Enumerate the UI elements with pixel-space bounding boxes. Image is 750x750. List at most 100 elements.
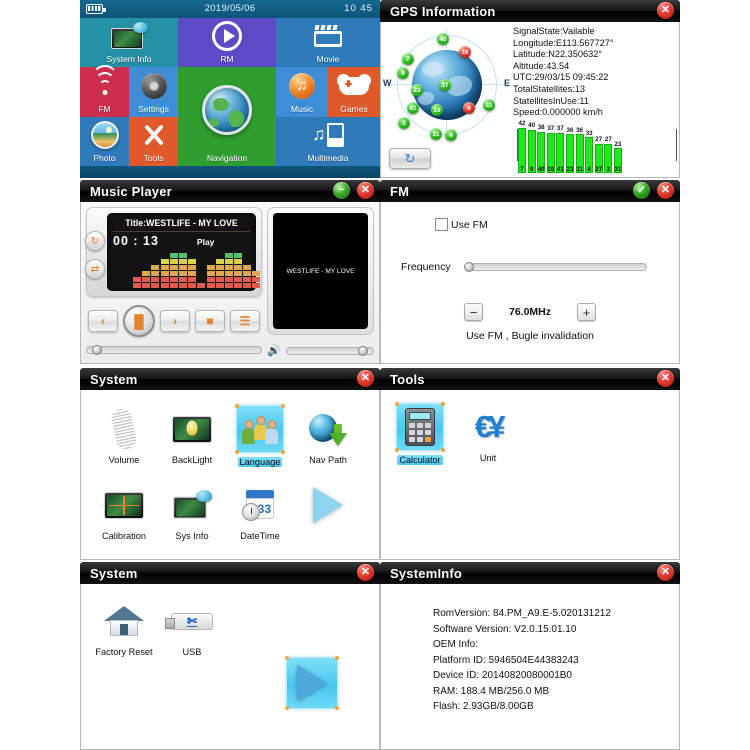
equalizer-bar (133, 276, 141, 288)
satellite-marker: 41 (407, 102, 419, 114)
item-label: Volume (108, 455, 140, 465)
tools-title-bar: Tools ✕ (380, 368, 680, 390)
system-item-sys-info[interactable]: Sys Info (157, 482, 227, 541)
system-item-datetime[interactable]: 33 DateTime (225, 482, 295, 541)
close-icon[interactable]: ✕ (357, 564, 374, 581)
close-icon[interactable]: ✕ (357, 182, 374, 199)
playlist-button[interactable]: ☰ (230, 310, 260, 332)
shuffle-icon[interactable]: ⇄ (85, 259, 105, 279)
system-prev-page-button[interactable] (277, 656, 347, 726)
close-icon[interactable]: ✕ (657, 564, 674, 581)
refresh-icon[interactable]: ↻ (389, 148, 431, 169)
satellite-signal-chart: 42 40 38 37 37 36 36 33 27 27 23 7 9 40 19 41 23 11 4 27 3 3… (517, 120, 677, 173)
item-label: USB (182, 647, 202, 657)
equalizer-bar (188, 258, 197, 288)
next-button[interactable]: › (160, 310, 190, 332)
frequency-label: Frequency (401, 261, 451, 273)
tile-label: FM (98, 104, 111, 114)
frequency-slider[interactable] (464, 262, 647, 272)
album-art-text: WESTLIFE - MY LOVE (273, 213, 368, 329)
satellite-marker: 9 (397, 67, 409, 79)
tile-movie[interactable]: Movie (276, 18, 380, 67)
minimize-icon[interactable]: − (333, 182, 350, 199)
tile-label: Music (290, 104, 314, 114)
use-fm-checkbox[interactable] (435, 218, 448, 231)
item-label: Unit (479, 453, 497, 463)
tile-games[interactable]: Games (328, 67, 380, 117)
satellite-marker: 4 (445, 129, 457, 141)
system-info-icon (80, 18, 178, 54)
tile-fm[interactable]: FM (80, 64, 129, 117)
tile-label: Movie (316, 54, 340, 64)
system-item-volume[interactable]: Volume (89, 406, 159, 465)
volume-slider[interactable] (285, 345, 374, 356)
signal-bar-label: 40 (537, 166, 545, 173)
tile-tools[interactable]: Tools (129, 117, 178, 166)
tile-multimedia[interactable]: ♫ Multimedia (276, 117, 380, 166)
satellite-marker: 27 (439, 79, 451, 91)
check-icon[interactable]: ✓ (633, 182, 650, 199)
system-item-usb[interactable]: ✄ USB (157, 598, 227, 657)
close-icon[interactable]: ✕ (657, 370, 674, 387)
system-next-page-button[interactable] (293, 482, 363, 531)
progress-slider[interactable] (86, 345, 262, 355)
speaker-icon[interactable]: 🔊 (267, 344, 281, 357)
tile-navigation[interactable]: Navigation (178, 67, 276, 166)
tile-system-info[interactable]: System Info (80, 18, 178, 67)
frequency-plus-button[interactable]: + (577, 303, 596, 321)
tile-photo[interactable]: Photo (80, 117, 129, 166)
device-home-screen: 2019/05/06 10 45 System Info RM Movie FM… (80, 0, 380, 178)
globe-icon (178, 67, 276, 153)
next-arrow-icon (285, 656, 339, 710)
close-icon[interactable]: ✕ (657, 182, 674, 199)
equalizer-bar (206, 264, 215, 288)
tile-rm[interactable]: RM (178, 18, 276, 67)
next-arrow-icon (305, 482, 351, 528)
tools-item-unit[interactable]: €¥ Unit (453, 404, 523, 463)
system1-title-bar: System ✕ (80, 368, 380, 390)
satellite-marker: 19 (431, 104, 443, 116)
equalizer-bar (243, 264, 252, 288)
window-title: SystemInfo (390, 565, 463, 581)
compass-east: E (503, 78, 510, 88)
item-label: Nav Path (309, 455, 347, 465)
previous-button[interactable]: ‹ (88, 310, 118, 332)
equalizer-visualizer (133, 252, 261, 288)
tile-label: System Info (106, 54, 152, 64)
system-item-factory-reset[interactable]: Factory Reset (89, 598, 159, 657)
elapsed-time: 00 : 13 (113, 234, 159, 248)
play-circle-icon (178, 18, 276, 54)
signal-bar-label: 31 (614, 166, 622, 173)
satellite-marker: 11 (430, 128, 442, 140)
gps-info-line: StatellitesInUse:11 (513, 95, 589, 106)
item-label: DateTime (240, 531, 280, 541)
system-item-nav-path[interactable]: Nav Path (293, 406, 363, 465)
close-icon[interactable]: ✕ (657, 2, 674, 19)
fm-hint: Use FM , Bugle invalidation (466, 330, 594, 342)
system-item-calibration[interactable]: Calibration (89, 482, 159, 541)
tools-icon (129, 117, 178, 153)
tile-label: Multimedia (307, 153, 349, 163)
satellite-marker: 40 (437, 33, 449, 45)
gps-info-line: Latitude:N22.350632° (513, 49, 602, 60)
tools-item-calculator[interactable]: Calculator (385, 402, 455, 468)
info-line: Device ID: 20140820080001B0 (433, 670, 572, 681)
system-item-backlight[interactable]: BackLight (157, 406, 227, 465)
tile-settings[interactable]: Settings (129, 67, 178, 117)
info-line: Platform ID: 5946504E44383243 (433, 654, 579, 666)
music-note-icon (276, 67, 328, 104)
pause-button[interactable]: ▐▌ (123, 305, 155, 337)
stop-button[interactable]: ■ (195, 310, 225, 332)
tile-music[interactable]: Music (276, 67, 328, 117)
satellite-marker: 3 (398, 117, 410, 129)
device-status-bar: 2019/05/06 10 45 (80, 0, 380, 18)
system-item-language[interactable]: Language (225, 404, 295, 470)
frequency-minus-button[interactable]: − (463, 303, 483, 321)
equalizer-bar (252, 270, 261, 288)
repeat-icon[interactable]: ↻ (85, 231, 105, 251)
album-art-frame: WESTLIFE - MY LOVE (267, 207, 374, 335)
close-icon[interactable]: ✕ (357, 370, 374, 387)
datetime-icon: 33 (237, 482, 283, 528)
systeminfo-title-bar: SystemInfo ✕ (380, 562, 680, 584)
item-label: Language (237, 457, 283, 467)
